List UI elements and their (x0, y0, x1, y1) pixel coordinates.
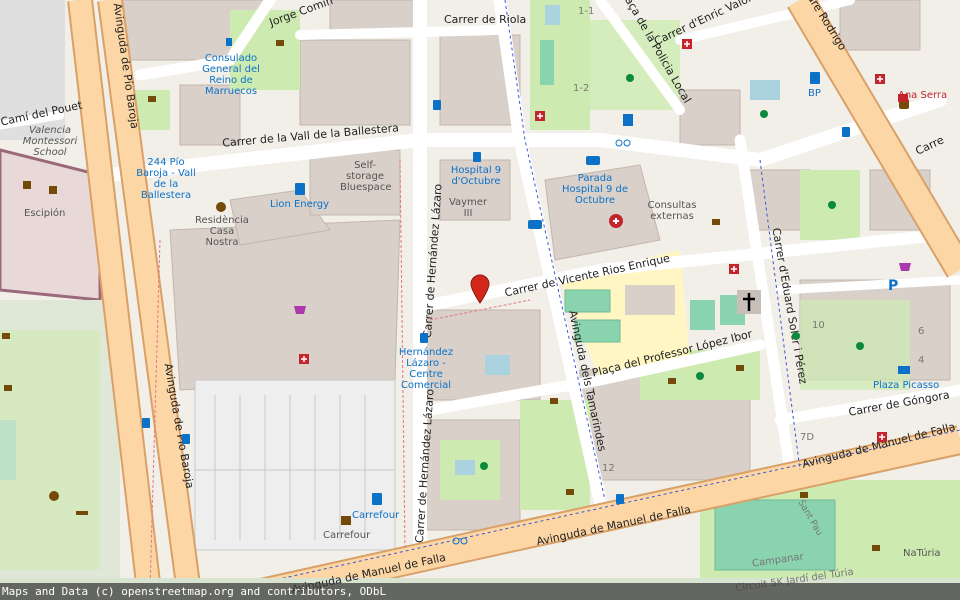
bench-icon[interactable] (668, 378, 676, 384)
playground-icon[interactable] (480, 462, 488, 470)
playground-icon[interactable] (828, 201, 836, 209)
fuel-icon[interactable] (372, 493, 382, 505)
bench-icon[interactable] (550, 398, 558, 404)
bus-stop-icon[interactable] (616, 494, 624, 504)
bench-icon[interactable] (800, 492, 808, 498)
bench-icon[interactable] (4, 385, 12, 391)
pharmacy-icon[interactable] (729, 264, 739, 274)
map-canvas[interactable]: Jorge Comín Carrer de Riola Plaça de la … (0, 0, 960, 600)
playground-icon[interactable] (696, 372, 704, 380)
taxi-icon[interactable] (586, 156, 600, 165)
bicycle-icon[interactable] (452, 537, 468, 545)
pharmacy-icon[interactable] (877, 432, 887, 442)
bench-icon[interactable] (736, 365, 744, 371)
playground-icon[interactable] (626, 74, 634, 82)
theatre-icon[interactable] (49, 491, 59, 501)
bus-stop-icon[interactable] (842, 127, 850, 137)
hospital-icon[interactable] (898, 94, 908, 102)
location-marker-icon[interactable] (470, 274, 490, 304)
shop-icon[interactable] (341, 516, 351, 525)
playground-icon[interactable] (856, 342, 864, 350)
attribution-bar: Maps and Data (c) openstreetmap.org and … (0, 583, 960, 600)
pharmacy-icon[interactable] (875, 74, 885, 84)
bus-stop-icon[interactable] (142, 418, 150, 428)
bench-icon[interactable] (148, 96, 156, 102)
hospital-icon[interactable] (609, 214, 623, 228)
flag-icon[interactable] (226, 38, 232, 46)
school-icon[interactable] (23, 181, 31, 189)
pharmacy-icon[interactable] (299, 354, 309, 364)
bench-icon[interactable] (2, 333, 10, 339)
fuel-icon[interactable] (810, 72, 820, 84)
picnic-table-icon[interactable] (76, 511, 88, 515)
bench-icon[interactable] (872, 545, 880, 551)
parking-icon[interactable]: P (888, 278, 898, 294)
fuel-icon[interactable] (295, 183, 305, 195)
taxi-icon[interactable] (528, 220, 542, 229)
bench-icon[interactable] (566, 489, 574, 495)
school-icon[interactable] (49, 186, 57, 194)
hospital-icon[interactable] (682, 39, 692, 49)
police-icon[interactable] (623, 114, 633, 126)
playground-icon[interactable] (760, 110, 768, 118)
bench-icon[interactable] (712, 219, 720, 225)
bench-icon[interactable] (276, 40, 284, 46)
bus-stop-icon[interactable] (182, 434, 190, 444)
bus-stop-icon[interactable] (420, 333, 428, 343)
shop-icon[interactable] (294, 306, 306, 314)
playground-icon[interactable] (792, 332, 800, 340)
svg-text:P: P (888, 278, 898, 294)
plaza-icon[interactable] (898, 366, 910, 374)
bus-stop-icon[interactable] (473, 152, 481, 162)
bus-stop-icon[interactable] (433, 100, 441, 110)
bicycle-icon[interactable] (615, 139, 631, 147)
pharmacy-icon[interactable] (535, 111, 545, 121)
shop-icon[interactable] (899, 263, 911, 271)
church-icon[interactable] (737, 290, 761, 314)
residence-icon[interactable] (216, 202, 226, 212)
